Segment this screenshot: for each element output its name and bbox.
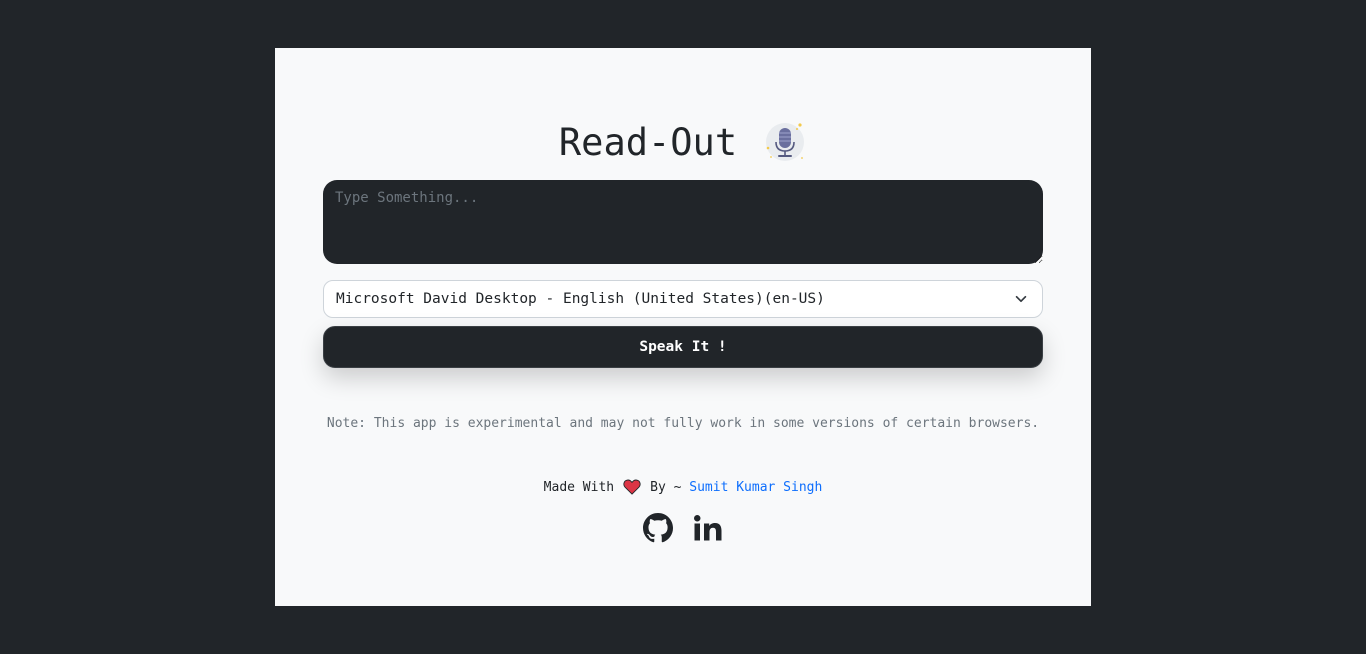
by-text: By ~ bbox=[650, 479, 690, 495]
chevron-down-icon bbox=[1015, 295, 1027, 303]
made-with-text: Made With bbox=[543, 479, 615, 495]
github-icon bbox=[643, 513, 673, 543]
voice-select-value: Microsoft David Desktop - English (Unite… bbox=[336, 291, 825, 307]
author-link[interactable]: Sumit Kumar Singh bbox=[689, 480, 822, 495]
heart-icon bbox=[623, 479, 641, 495]
linkedin-link[interactable] bbox=[693, 512, 723, 544]
text-input[interactable] bbox=[323, 180, 1043, 264]
header: Read-Out bbox=[275, 112, 1091, 172]
disclaimer-note: Note: This app is experimental and may n… bbox=[326, 416, 1040, 431]
speak-button[interactable]: Speak It ! bbox=[323, 326, 1043, 368]
microphone-icon bbox=[763, 120, 807, 164]
main-card: Read-Out Microsoft David Desktop - Engli… bbox=[275, 48, 1091, 606]
github-link[interactable] bbox=[643, 512, 673, 544]
page-title: Read-Out bbox=[558, 120, 738, 164]
linkedin-icon bbox=[694, 515, 722, 541]
voice-select[interactable]: Microsoft David Desktop - English (Unite… bbox=[323, 280, 1043, 318]
social-links bbox=[275, 512, 1091, 544]
credit-line: Made With By ~ Sumit Kumar Singh bbox=[275, 479, 1091, 495]
